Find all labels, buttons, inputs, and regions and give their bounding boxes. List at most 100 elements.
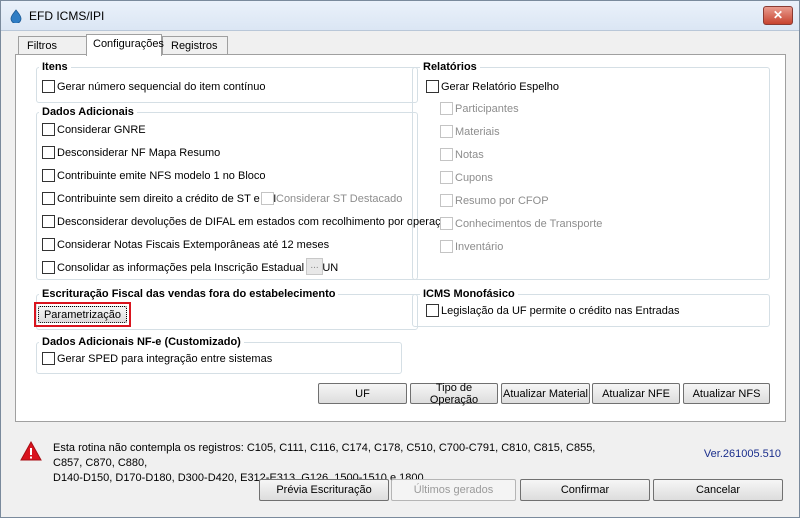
tab-filtros[interactable]: Filtros [18, 36, 88, 56]
checkbox-participantes[interactable]: Participantes [440, 102, 519, 115]
checkbox-inventario[interactable]: Inventário [440, 240, 503, 253]
close-button[interactable]: ✕ [763, 6, 793, 25]
atualizar-nfe-button[interactable]: Atualizar NFE [592, 383, 680, 404]
checkbox-notas-extemporaneas[interactable]: Considerar Notas Fiscais Extemporâneas a… [42, 238, 329, 251]
button-label: Atualizar NFE [602, 387, 670, 400]
checkbox-label: Participantes [455, 102, 519, 115]
checkbox-label: Notas [455, 148, 484, 161]
checkbox-gerar-sped-integracao[interactable]: Gerar SPED para integração entre sistema… [42, 352, 272, 365]
checkbox-conhecimentos-transporte[interactable]: Conhecimentos de Transporte [440, 217, 602, 230]
escrituracao-title: Escrituração Fiscal das vendas fora do e… [39, 288, 339, 300]
checkbox-box[interactable] [42, 261, 55, 274]
main-window: EFD ICMS/IPI ✕ Filtros Configurações Reg… [0, 0, 800, 518]
uf-button[interactable]: UF [318, 383, 407, 404]
configuracoes-panel: Itens Gerar número sequencial do item co… [15, 54, 786, 422]
checkbox-box[interactable] [440, 194, 453, 207]
dados-adicionais-title: Dados Adicionais [39, 106, 137, 118]
warning-icon [20, 441, 42, 461]
checkbox-label: Consolidar as informações pela Inscrição… [57, 261, 339, 274]
button-label: Confirmar [560, 484, 610, 496]
icms-monofasico-title: ICMS Monofásico [420, 288, 518, 300]
close-icon: ✕ [772, 8, 784, 22]
version-label: Ver.261005.510 [703, 448, 781, 460]
checkbox-box[interactable] [42, 192, 55, 205]
tab-label: Configurações [93, 38, 164, 50]
checkbox-box[interactable] [42, 238, 55, 251]
atualizar-nfs-button[interactable]: Atualizar NFS [683, 383, 770, 404]
checkbox-label: Considerar Notas Fiscais Extemporâneas a… [57, 238, 330, 251]
cancelar-button[interactable]: Cancelar [653, 479, 783, 501]
checkbox-box[interactable] [261, 192, 274, 205]
checkbox-box[interactable] [426, 304, 439, 317]
checkbox-considerar-st-destacado[interactable]: Considerar ST Destacado [261, 192, 402, 205]
checkbox-label: Contribuinte emite NFS modelo 1 no Bloco [57, 169, 266, 182]
checkbox-box[interactable] [42, 215, 55, 228]
checkbox-label: Gerar SPED para integração entre sistema… [57, 352, 273, 365]
footer-message-line: Esta rotina não contempla os registros: … [53, 442, 596, 469]
lookup-ellipsis-button[interactable]: ... [306, 258, 323, 275]
checkbox-box[interactable] [42, 352, 55, 365]
checkbox-label: Contribuinte sem direito a crédito de ST… [57, 192, 277, 205]
button-label: Tipo de Operação [429, 381, 479, 406]
nfe-title: Dados Adicionais NF-e (Customizado) [39, 336, 244, 348]
checkbox-box[interactable] [440, 125, 453, 138]
button-label: Atualizar NFS [692, 387, 761, 400]
checkbox-box[interactable] [440, 240, 453, 253]
parametrizacao-button[interactable]: Parametrização [38, 306, 127, 323]
checkbox-label: Considerar ST Destacado [276, 192, 403, 205]
checkbox-contribuinte-sem-credito[interactable]: Contribuinte sem direito a crédito de ST… [42, 192, 276, 205]
checkbox-gerar-relatorio-espelho[interactable]: Gerar Relatório Espelho [426, 80, 559, 93]
checkbox-label: Cupons [455, 171, 493, 184]
checkbox-resumo-cfop[interactable]: Resumo por CFOP [440, 194, 549, 207]
checkbox-box[interactable] [440, 148, 453, 161]
checkbox-gerar-numero-sequencial[interactable]: Gerar número sequencial do item contínuo [42, 80, 266, 93]
checkbox-consolidar-inscricao-estadual[interactable]: Consolidar as informações pela Inscrição… [42, 261, 338, 274]
checkbox-label: Gerar Relatório Espelho [441, 80, 560, 93]
checkbox-desconsiderar-nf-mapa[interactable]: Desconsiderar NF Mapa Resumo [42, 146, 220, 159]
button-label: UF [355, 387, 370, 400]
checkbox-label: Desconsiderar NF Mapa Resumo [57, 146, 221, 159]
checkbox-cupons[interactable]: Cupons [440, 171, 493, 184]
tab-configuracoes[interactable]: Configurações [86, 34, 164, 56]
checkbox-label: Inventário [455, 240, 504, 253]
checkbox-label: Considerar GNRE [57, 123, 146, 136]
checkbox-label: Resumo por CFOP [455, 194, 549, 207]
checkbox-box[interactable] [440, 102, 453, 115]
checkbox-label: Legislação da UF permite o crédito nas E… [441, 304, 680, 317]
tab-registros[interactable]: Registros [162, 36, 228, 56]
app-drop-icon [10, 9, 22, 23]
checkbox-box[interactable] [426, 80, 439, 93]
checkbox-label: Gerar número sequencial do item contínuo [57, 80, 266, 93]
tab-label: Registros [171, 40, 218, 52]
checkbox-label: Conhecimentos de Transporte [455, 217, 603, 230]
relatorios-title: Relatórios [420, 61, 480, 73]
tipo-operacao-button[interactable]: Tipo de Operação [410, 381, 498, 406]
button-label: Prévia Escrituração [276, 484, 372, 496]
window-title: EFD ICMS/IPI [29, 9, 105, 23]
checkbox-box[interactable] [440, 217, 453, 230]
button-label: Últimos gerados [413, 484, 494, 496]
confirmar-button[interactable]: Confirmar [520, 479, 650, 501]
atualizar-material-button[interactable]: Atualizar Material [501, 383, 590, 404]
checkbox-box[interactable] [42, 80, 55, 93]
checkbox-box[interactable] [440, 171, 453, 184]
checkbox-label: Materiais [455, 125, 500, 138]
checkbox-notas[interactable]: Notas [440, 148, 484, 161]
checkbox-desconsiderar-devolucoes-difal[interactable]: Desconsiderar devoluções de DIFAL em est… [42, 215, 453, 228]
checkbox-legislacao-uf-credito[interactable]: Legislação da UF permite o crédito nas E… [426, 304, 679, 317]
itens-title: Itens [39, 61, 71, 73]
title-bar[interactable]: EFD ICMS/IPI ✕ [1, 1, 799, 31]
ellipsis-icon: ... [310, 260, 319, 271]
button-label: Parametrização [43, 308, 122, 321]
previa-escrituracao-button[interactable]: Prévia Escrituração [259, 479, 389, 501]
button-label: Cancelar [695, 484, 741, 496]
button-label: Atualizar Material [503, 387, 588, 400]
tab-label: Filtros [27, 40, 57, 52]
checkbox-box[interactable] [42, 146, 55, 159]
checkbox-box[interactable] [42, 123, 55, 136]
checkbox-contribuinte-emite-nfs[interactable]: Contribuinte emite NFS modelo 1 no Bloco [42, 169, 266, 182]
checkbox-box[interactable] [42, 169, 55, 182]
checkbox-materiais[interactable]: Materiais [440, 125, 500, 138]
checkbox-considerar-gnre[interactable]: Considerar GNRE [42, 123, 146, 136]
ultimos-gerados-button[interactable]: Últimos gerados [391, 479, 516, 501]
